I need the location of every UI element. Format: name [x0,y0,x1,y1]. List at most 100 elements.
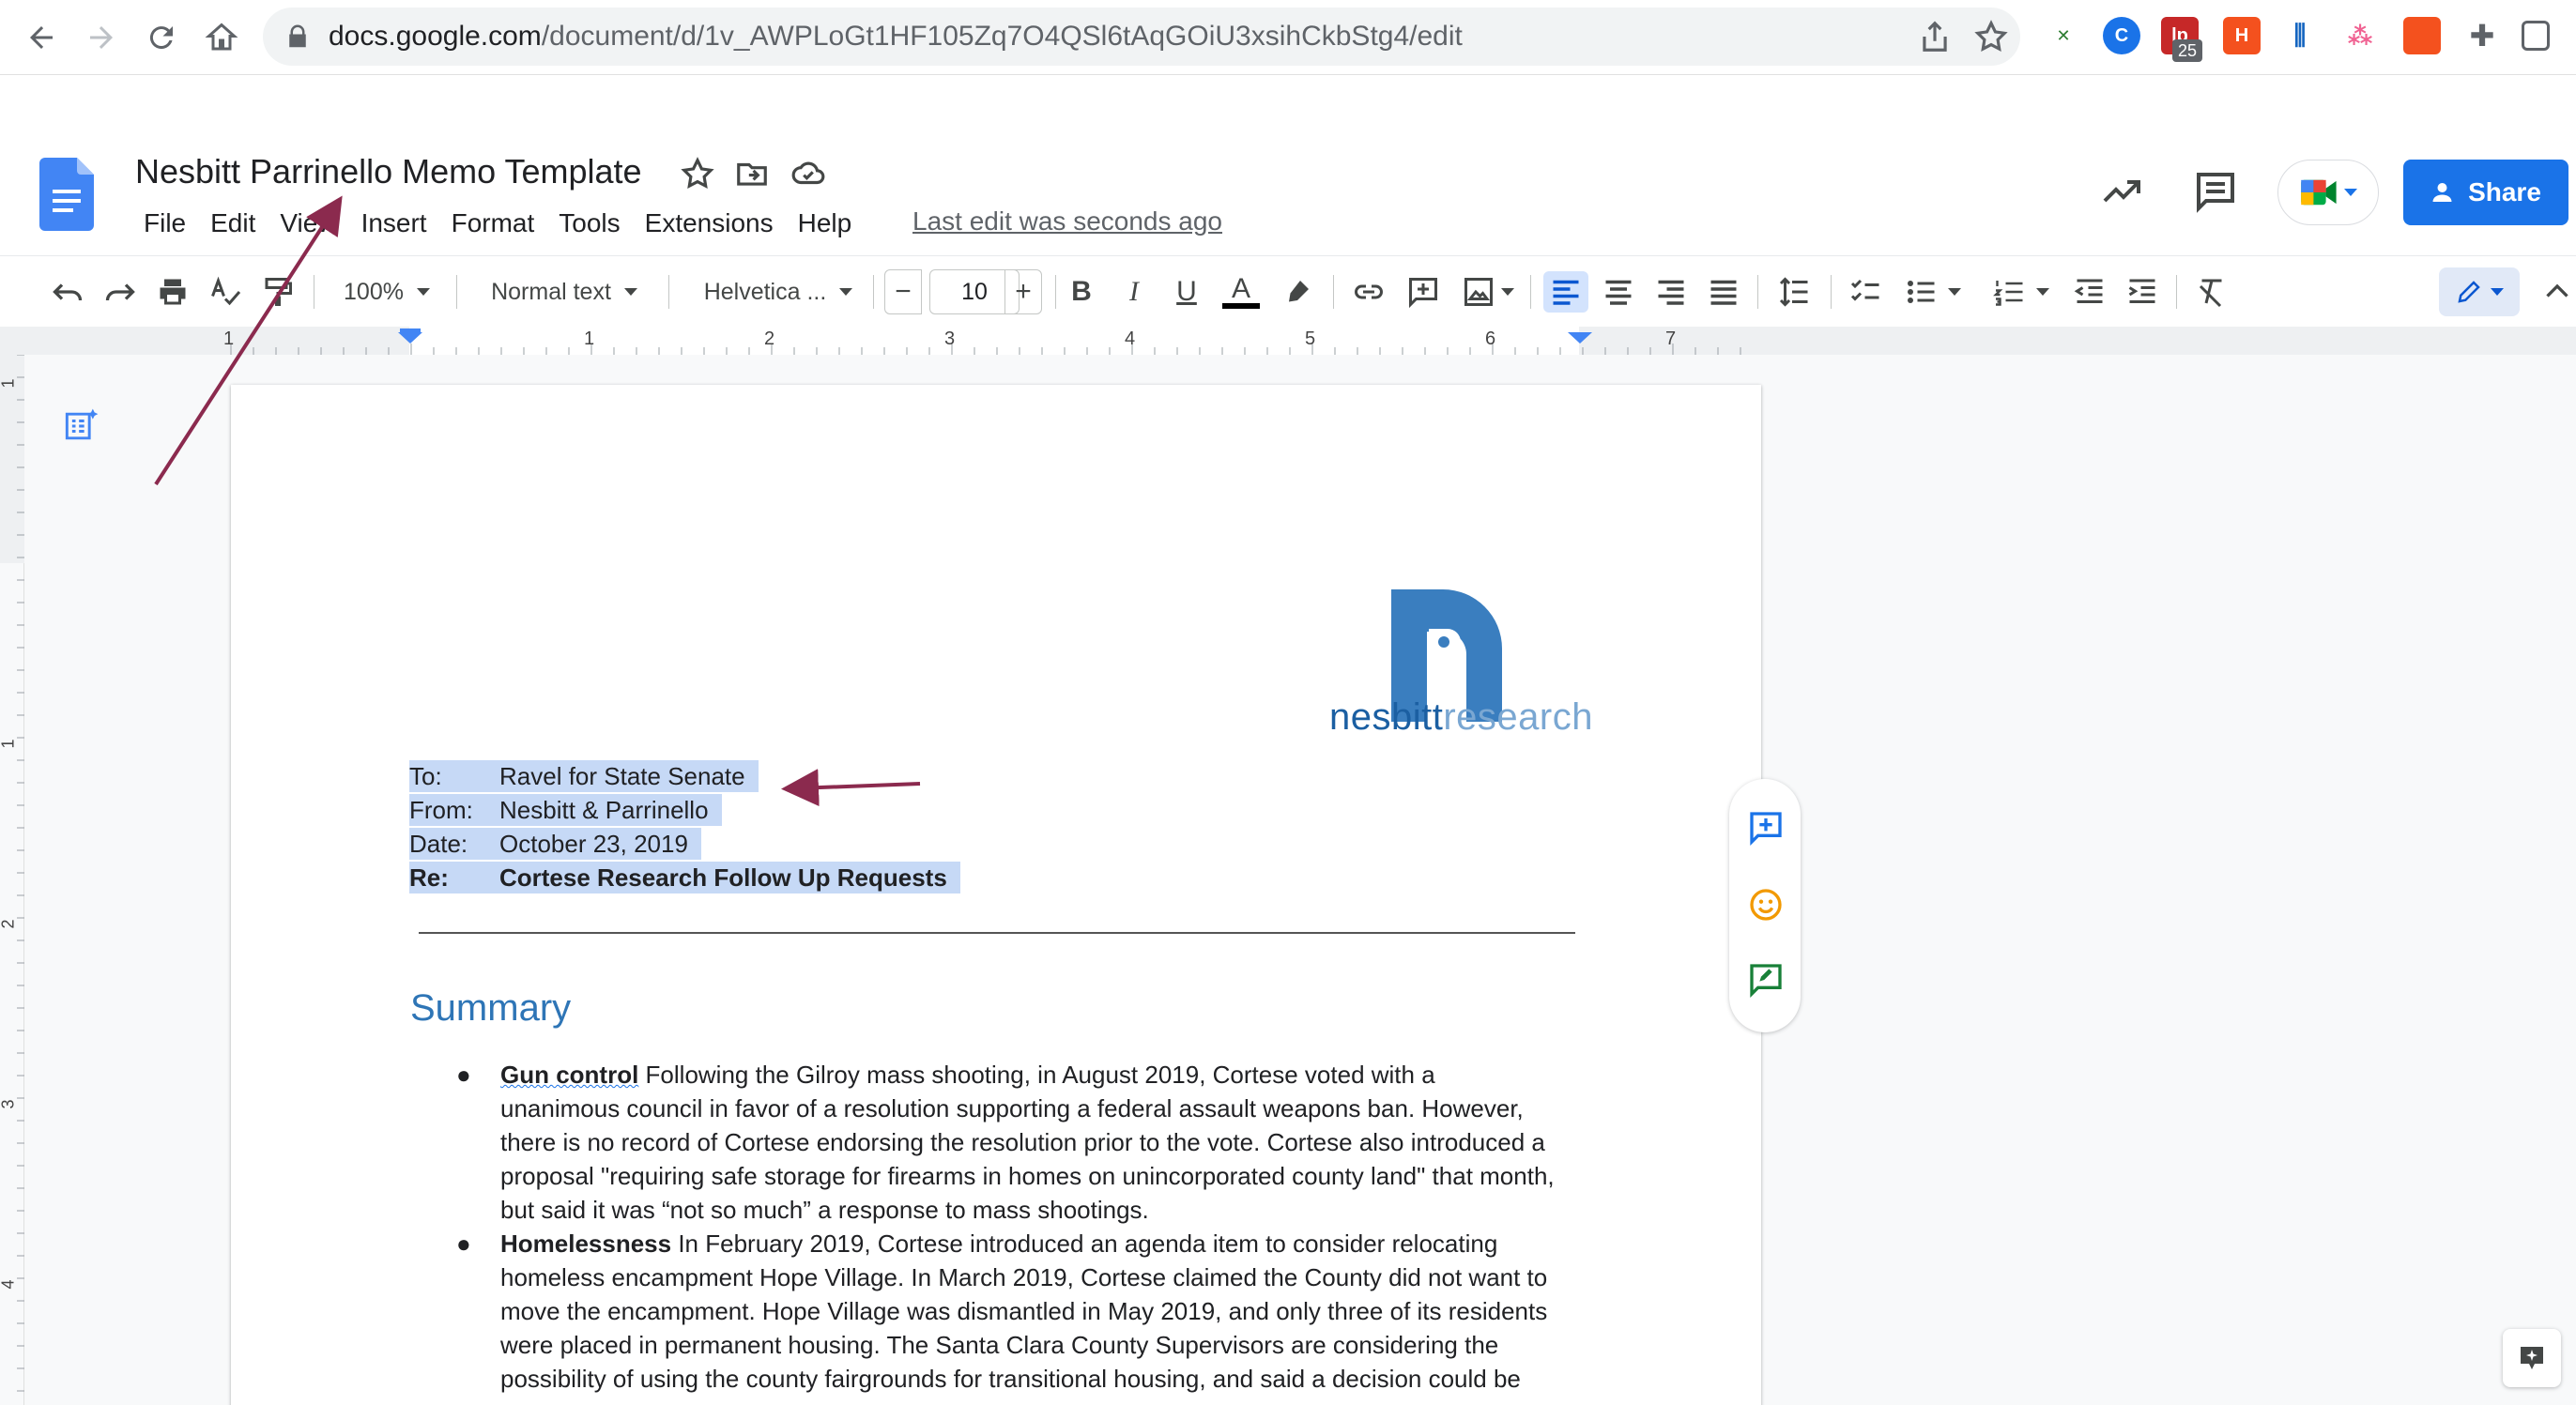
align-right-button[interactable] [1650,271,1692,313]
meet-button[interactable] [2277,160,2379,225]
font-family-dropdown[interactable]: Helvetica ... [689,271,867,313]
justify-button[interactable] [1703,271,1744,313]
memo-from-row[interactable]: From: Nesbitt & Parrinello [409,794,722,826]
suggest-edits-icon[interactable] [1747,961,1785,999]
extension-h-icon[interactable]: H [2223,17,2261,54]
reload-button[interactable] [135,11,188,64]
explore-button[interactable] [2503,1329,2561,1387]
align-left-button[interactable] [1543,271,1588,313]
extension-orange-icon[interactable] [2403,17,2441,54]
add-comment-button[interactable] [1403,271,1444,313]
back-button[interactable] [15,11,68,64]
side-panel-icon[interactable] [2522,21,2550,51]
undo-icon [53,283,83,301]
bulleted-list-button[interactable] [1900,271,1966,313]
memo-value: Ravel for State Senate [499,760,759,792]
vertical-ruler[interactable]: 1 1 2 3 4 [0,354,24,1405]
print-icon [160,279,186,305]
highlight-color-button[interactable] [1277,271,1318,313]
emoji-reaction-icon[interactable] [1747,886,1785,924]
last-edit-link[interactable]: Last edit was seconds ago [912,206,1222,237]
decrease-font-size-button[interactable]: − [884,269,922,314]
increase-indent-button[interactable] [2122,271,2163,313]
line-spacing-button[interactable] [1772,271,1817,313]
insert-link-button[interactable] [1348,271,1389,313]
v-ruler-num: 3 [0,1099,18,1109]
insert-image-button[interactable] [1455,271,1521,313]
increase-font-size-button[interactable]: + [1004,269,1042,314]
print-button[interactable] [152,271,193,313]
memo-re-row[interactable]: Re: Cortese Research Follow Up Requests [409,862,960,893]
bullet-marker: ● [456,1229,471,1258]
menu-file[interactable]: File [131,208,198,238]
logo-word-research: research [1443,696,1593,738]
paragraph-line[interactable]: there is no record of Cortese endorsing … [500,1125,1545,1159]
activity-trend-icon[interactable] [2099,169,2144,214]
paragraph-line[interactable]: were placed in permanent housing. The Sa… [500,1328,1498,1362]
align-center-button[interactable] [1598,271,1639,313]
extension-bars-icon[interactable]: ⫼ [2281,17,2319,54]
underline-button[interactable]: U [1168,271,1205,313]
text-color-button[interactable]: A [1220,271,1262,313]
paragraph-line[interactable]: proposal "requiring safe storage for fir… [500,1159,1555,1193]
spellcheck-icon [211,276,241,306]
summary-heading[interactable]: Summary [410,987,571,1030]
zoom-dropdown[interactable]: 100% [330,271,443,313]
bookmark-star-icon[interactable] [1973,19,2009,54]
paragraph-line[interactable]: Gun control Following the Gilroy mass sh… [500,1058,1435,1092]
checklist-button[interactable] [1846,271,1887,313]
paragraph-line[interactable]: possibility of using the county fairgrou… [500,1362,1521,1396]
menu-help[interactable]: Help [786,208,865,238]
paragraph-line[interactable]: but said it was “not so much” a response… [500,1193,1149,1227]
extensions-puzzle-icon[interactable]: ✚ [2463,17,2501,54]
hide-menus-button[interactable] [2540,271,2574,313]
memo-to-row[interactable]: To: Ravel for State Senate [409,760,759,792]
decrease-indent-button[interactable] [2069,271,2110,313]
google-docs-logo-icon[interactable] [39,158,94,231]
share-page-icon[interactable] [1917,19,1953,54]
extension-c-icon[interactable]: C [2103,17,2140,54]
cloud-saved-icon[interactable] [790,156,826,191]
clear-formatting-button[interactable] [2191,271,2232,313]
undo-button[interactable] [47,271,88,313]
bold-button[interactable]: B [1063,271,1100,313]
comment-history-icon[interactable] [2193,169,2238,214]
paragraph-style-dropdown[interactable]: Normal text [475,271,653,313]
menu-edit[interactable]: Edit [198,208,268,238]
h-ruler-num: 4 [1125,328,1136,349]
menu-tools[interactable]: Tools [546,208,632,238]
paint-format-button[interactable] [257,271,299,313]
paint-format-icon [265,278,292,306]
first-line-indent-marker[interactable] [400,328,421,332]
menu-format[interactable]: Format [439,208,547,238]
paragraph-line[interactable]: move the encampment. Hope Village was di… [500,1294,1547,1328]
pencil-icon [2458,281,2480,303]
document-title[interactable]: Nesbitt Parrinello Memo Template [135,152,642,191]
horizontal-ruler[interactable]: 1 1 2 3 4 5 6 7 [0,327,2576,355]
memo-date-row[interactable]: Date: October 23, 2019 [409,828,701,860]
home-button[interactable] [195,11,248,64]
italic-button[interactable]: I [1115,271,1153,313]
v-ruler-num: 2 [0,919,18,929]
forward-button[interactable] [75,11,128,64]
h-ruler-num: 3 [944,328,956,349]
menu-extensions[interactable]: Extensions [633,208,786,238]
zoom-value: 100% [344,278,404,305]
spellcheck-button[interactable] [205,271,246,313]
document-outline-icon[interactable] [60,405,101,447]
share-button[interactable]: Share [2403,160,2568,225]
extension-dots-icon[interactable]: ⁂ [2341,17,2379,54]
address-bar[interactable]: docs.google.com/document/d/1v_AWPLoGt1HF… [263,8,2020,66]
move-folder-icon[interactable] [734,156,770,191]
star-icon[interactable] [680,156,715,191]
extension-grammar-icon[interactable]: ✕ [2045,17,2082,54]
numbered-list-button[interactable] [1988,271,2054,313]
paragraph-line[interactable]: unanimous council in favor of a resoluti… [500,1092,1524,1125]
paragraph-line[interactable]: Homelessness In February 2019, Cortese i… [500,1227,1497,1260]
menu-insert[interactable]: Insert [349,208,439,238]
add-comment-icon[interactable] [1747,809,1785,847]
editing-mode-button[interactable] [2439,267,2520,316]
menu-view[interactable]: View [268,208,348,238]
redo-button[interactable] [100,271,141,313]
paragraph-line[interactable]: homeless encampment Hope Village. In Mar… [500,1260,1547,1294]
